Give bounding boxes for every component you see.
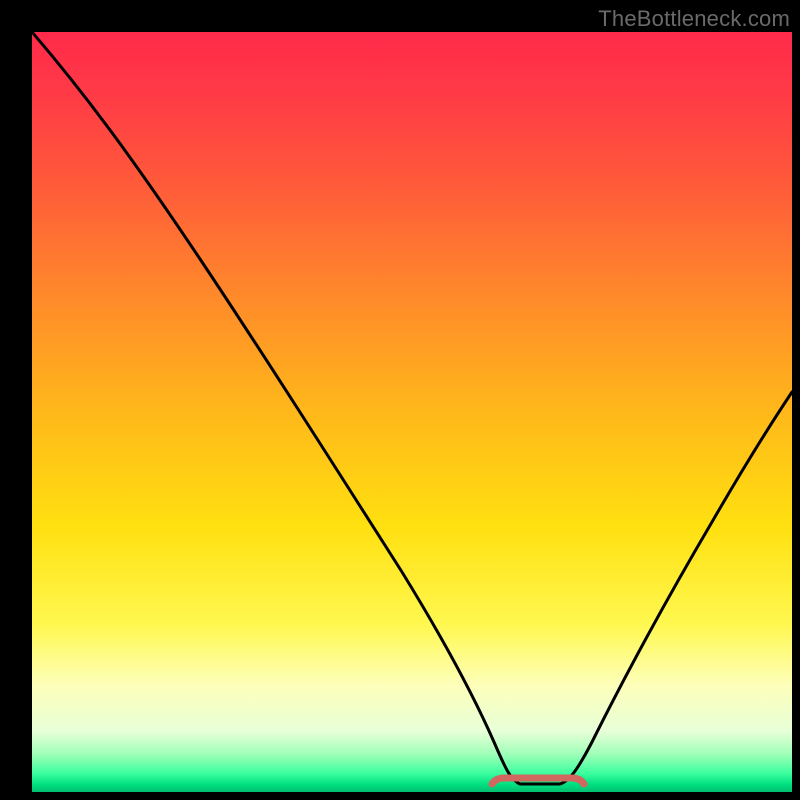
chart-frame: TheBottleneck.com bbox=[0, 0, 800, 800]
valley-marker-path bbox=[492, 778, 584, 784]
valley-marker bbox=[32, 32, 792, 792]
plot-area bbox=[32, 32, 792, 792]
watermark-text: TheBottleneck.com bbox=[598, 6, 790, 32]
